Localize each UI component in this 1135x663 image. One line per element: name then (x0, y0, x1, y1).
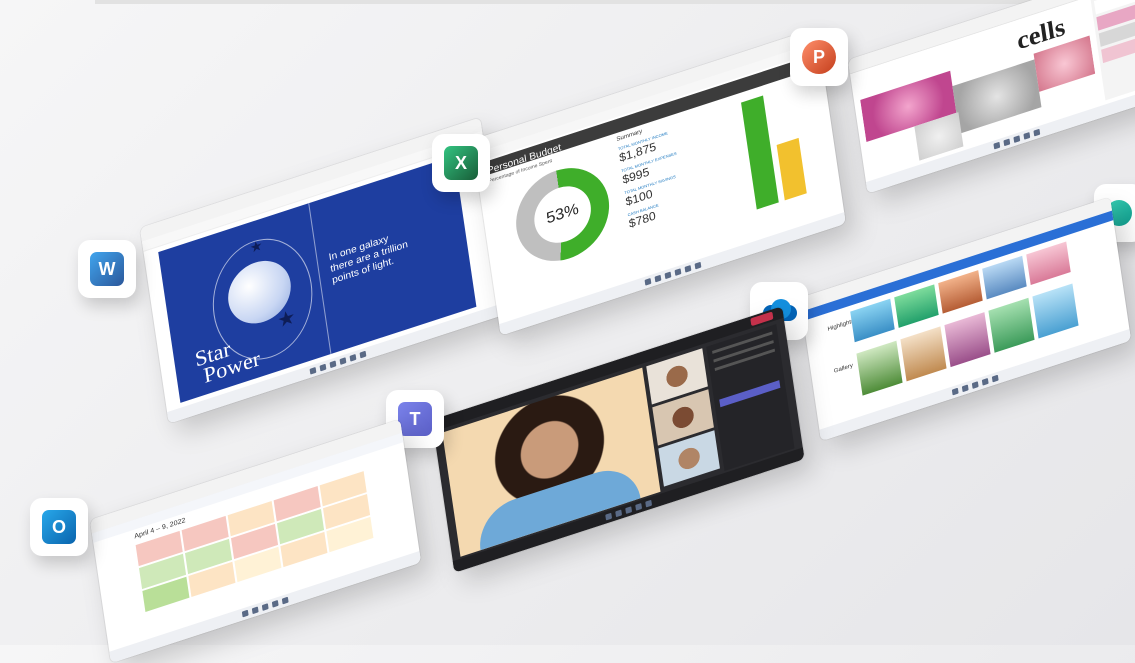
onedrive-gallery-label: Gallery (834, 363, 854, 375)
photo-tile[interactable] (900, 326, 946, 381)
outlook-window[interactable]: April 4 – 9, 2022 (90, 419, 421, 663)
donut-hole: 53% (531, 179, 595, 251)
photo-tile[interactable] (850, 299, 894, 343)
word-app-tile[interactable]: W (78, 240, 136, 298)
teams-window[interactable] (432, 306, 804, 572)
photo-tile[interactable] (982, 256, 1026, 300)
top-border (95, 0, 1135, 4)
bar-yellow (777, 138, 807, 200)
bar-green (741, 95, 779, 209)
teams-chat-panel (706, 324, 794, 471)
photo-tile[interactable] (1026, 242, 1070, 286)
photo-tile[interactable] (856, 341, 902, 396)
powerpoint-window[interactable]: cells cells (848, 0, 1135, 194)
teams-icon: T (398, 402, 432, 436)
onedrive-highlights-label: Highlights (827, 319, 854, 333)
photo-tile[interactable] (1032, 283, 1078, 338)
photo-tile[interactable] (894, 284, 938, 328)
outlook-icon: O (42, 510, 76, 544)
excel-app-tile[interactable]: X (432, 134, 490, 192)
word-icon: W (90, 252, 124, 286)
ppt-thumbnails: cells (1091, 0, 1135, 100)
word-title: Star Power (194, 330, 262, 386)
cell-image-grey (952, 59, 1041, 133)
powerpoint-icon: P (802, 40, 836, 74)
outlook-app-tile[interactable]: O (30, 498, 88, 556)
chat-button[interactable] (719, 380, 780, 407)
calendar-grid (136, 471, 374, 612)
divider-line (308, 203, 331, 354)
photo-tile[interactable] (944, 312, 990, 367)
excel-icon: X (444, 146, 478, 180)
donut-chart: 53% (510, 156, 615, 274)
onedrive-window[interactable]: Highlights Gallery (800, 197, 1131, 441)
powerpoint-app-tile[interactable]: P (790, 28, 848, 86)
donut-percent: 53% (545, 201, 580, 229)
photo-tile[interactable] (938, 270, 982, 314)
photo-tile[interactable] (988, 298, 1034, 353)
word-tagline: In one galaxy there are a trillion point… (328, 228, 410, 287)
